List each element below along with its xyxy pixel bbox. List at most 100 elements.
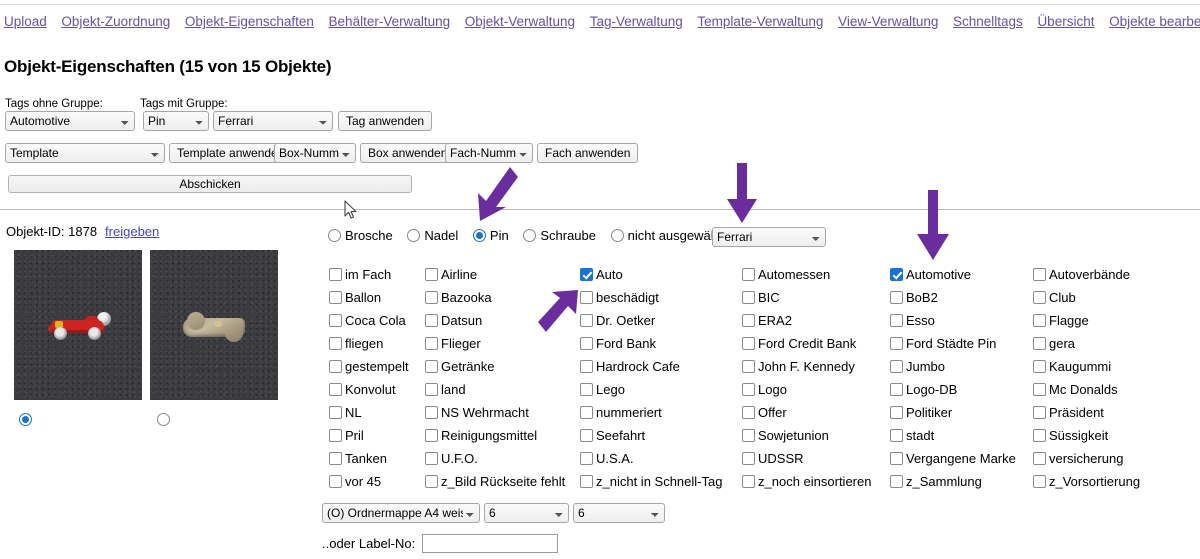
checkbox-icon xyxy=(329,360,342,373)
apply-fach-button[interactable]: Fach anwenden xyxy=(537,143,639,163)
checkbox-row[interactable]: BoB2 xyxy=(890,286,1033,309)
checkbox-row[interactable]: Airline xyxy=(425,263,580,286)
checkbox-icon xyxy=(1033,406,1046,419)
checkbox-row[interactable]: Offer xyxy=(742,401,890,424)
fach-position-select[interactable]: 6 xyxy=(573,503,665,523)
checkbox-row[interactable]: Süssigkeit xyxy=(1033,424,1189,447)
checkbox-row[interactable]: z_noch einsortieren xyxy=(742,470,890,493)
checkbox-row[interactable]: Hardrock Cafe xyxy=(580,355,742,378)
checkbox-row-automotive[interactable]: Automotive xyxy=(890,263,1033,286)
checkbox-icon xyxy=(580,429,593,442)
checkbox-icon xyxy=(425,429,438,442)
nav-link-objekt-eigenschaften[interactable]: Objekt-Eigenschaften xyxy=(185,14,314,29)
checkbox-row[interactable]: UDSSR xyxy=(742,447,890,470)
box-position-select[interactable]: 6 xyxy=(484,503,569,523)
box-number-select[interactable]: Box-Nummer xyxy=(274,143,356,163)
checkbox-row[interactable]: z_Bild Rückseite fehlt xyxy=(425,470,580,493)
checkbox-row[interactable]: Reinigungsmittel xyxy=(425,424,580,447)
checkbox-row[interactable]: versicherung xyxy=(1033,447,1189,470)
release-link[interactable]: freigeben xyxy=(105,224,159,239)
checkbox-row[interactable]: beschädigt xyxy=(580,286,742,309)
checkbox-row[interactable]: Lego xyxy=(580,378,742,401)
tags-ohne-gruppe-select[interactable]: Automotive xyxy=(5,111,135,131)
checkbox-row[interactable]: Mc Donalds xyxy=(1033,378,1189,401)
tag-group-select[interactable]: Pin xyxy=(143,111,209,131)
checkbox-row[interactable]: Ford Städte Pin xyxy=(890,332,1033,355)
fach-number-select[interactable]: Fach-Nummer xyxy=(445,143,533,163)
apply-tag-button[interactable]: Tag anwenden xyxy=(338,111,433,131)
nav-link-upload[interactable]: Upload xyxy=(4,14,47,29)
object-image-back[interactable] xyxy=(150,250,278,400)
checkbox-row[interactable]: Getränke xyxy=(425,355,580,378)
checkbox-row[interactable]: Logo xyxy=(742,378,890,401)
checkbox-row[interactable]: stadt xyxy=(890,424,1033,447)
checkbox-row[interactable]: Kaugummi xyxy=(1033,355,1189,378)
checkbox-row[interactable]: Logo-DB xyxy=(890,378,1033,401)
nav-link-objekt-zuordnung[interactable]: Objekt-Zuordnung xyxy=(61,14,170,29)
object-image-front[interactable] xyxy=(14,250,142,400)
radio-option-nicht-ausgewaehlt[interactable]: nicht ausgewählt xyxy=(610,228,724,243)
label-no-input[interactable] xyxy=(422,534,558,553)
nav-top-rule xyxy=(0,4,1200,5)
checkbox-row[interactable]: U.F.O. xyxy=(425,447,580,470)
arrow-to-auto-checkbox xyxy=(536,288,582,336)
checkbox-row[interactable]: Sowjetunion xyxy=(742,424,890,447)
checkbox-row[interactable]: z_nicht in Schnell-Tag xyxy=(580,470,742,493)
folder-select[interactable]: (O) Ordnermappe A4 weiss xyxy=(322,503,480,523)
checkbox-row[interactable]: NS Wehrmacht xyxy=(425,401,580,424)
checkbox-row[interactable]: vor 45 xyxy=(329,470,425,493)
checkbox-row[interactable]: Esso xyxy=(890,309,1033,332)
checkbox-row[interactable]: Seefahrt xyxy=(580,424,742,447)
nav-link-behaelter-verwaltung[interactable]: Behälter-Verwaltung xyxy=(329,14,451,29)
tag-group-value-select[interactable]: Ferrari xyxy=(213,111,333,131)
checkbox-row[interactable]: Konvolut xyxy=(329,378,425,401)
checkbox-row[interactable]: Ballon xyxy=(329,286,425,309)
image-select-radio-front[interactable] xyxy=(19,412,32,426)
checkbox-row[interactable]: land xyxy=(425,378,580,401)
nav-link-uebersicht[interactable]: Übersicht xyxy=(1037,14,1094,29)
checkbox-row[interactable]: John F. Kennedy xyxy=(742,355,890,378)
checkbox-row[interactable]: Ford Bank xyxy=(580,332,742,355)
image-select-radio-back[interactable] xyxy=(157,412,170,426)
checkbox-row[interactable]: z_Vorsortierung xyxy=(1033,470,1189,493)
nav-link-schnelltags[interactable]: Schnelltags xyxy=(953,14,1023,29)
page-root: Upload Objekt-Zuordnung Objekt-Eigenscha… xyxy=(0,0,1200,559)
nav-link-tag-verwaltung[interactable]: Tag-Verwaltung xyxy=(590,14,683,29)
object-group-select[interactable]: Ferrari xyxy=(712,227,826,247)
checkbox-row[interactable]: BIC xyxy=(742,286,890,309)
checkbox-row[interactable]: Automessen xyxy=(742,263,890,286)
radio-option-schraube[interactable]: Schraube xyxy=(523,228,596,243)
checkbox-row[interactable]: ERA2 xyxy=(742,309,890,332)
submit-button[interactable]: Abschicken xyxy=(8,175,412,193)
checkbox-row[interactable]: fliegen xyxy=(329,332,425,355)
checkbox-row[interactable]: z_Sammlung xyxy=(890,470,1033,493)
nav-link-template-verwaltung[interactable]: Template-Verwaltung xyxy=(697,14,823,29)
radio-option-brosche[interactable]: Brosche xyxy=(328,228,393,243)
checkbox-row[interactable]: U.S.A. xyxy=(580,447,742,470)
checkbox-row[interactable]: Präsident xyxy=(1033,401,1189,424)
checkbox-row[interactable]: Vergangene Marke xyxy=(890,447,1033,470)
apply-box-button[interactable]: Box anwenden xyxy=(360,143,456,163)
checkbox-row[interactable]: Coca Cola xyxy=(329,309,425,332)
nav-link-objekte-bearbeiten[interactable]: Objekte bearbeiten xyxy=(1109,14,1200,29)
radio-option-pin[interactable]: Pin xyxy=(472,228,509,243)
checkbox-row[interactable]: im Fach xyxy=(329,263,425,286)
checkbox-row[interactable]: gera xyxy=(1033,332,1189,355)
checkbox-row[interactable]: Ford Credit Bank xyxy=(742,332,890,355)
checkbox-row[interactable]: Jumbo xyxy=(890,355,1033,378)
checkbox-row[interactable]: Autoverbände xyxy=(1033,263,1189,286)
radio-option-nadel[interactable]: Nadel xyxy=(407,228,458,243)
checkbox-row[interactable]: Pril xyxy=(329,424,425,447)
template-select[interactable]: Template xyxy=(5,143,165,163)
checkbox-row[interactable]: Flagge xyxy=(1033,309,1189,332)
checkbox-row[interactable]: gestempelt xyxy=(329,355,425,378)
checkbox-row[interactable]: Politiker xyxy=(890,401,1033,424)
checkbox-row[interactable]: Tanken xyxy=(329,447,425,470)
checkbox-row[interactable]: nummeriert xyxy=(580,401,742,424)
checkbox-row[interactable]: NL xyxy=(329,401,425,424)
nav-link-objekt-verwaltung[interactable]: Objekt-Verwaltung xyxy=(465,14,575,29)
checkbox-row[interactable]: Dr. Oetker xyxy=(580,309,742,332)
checkbox-row[interactable]: Club xyxy=(1033,286,1189,309)
checkbox-row-auto[interactable]: Auto xyxy=(580,263,742,286)
nav-link-view-verwaltung[interactable]: View-Verwaltung xyxy=(838,14,938,29)
